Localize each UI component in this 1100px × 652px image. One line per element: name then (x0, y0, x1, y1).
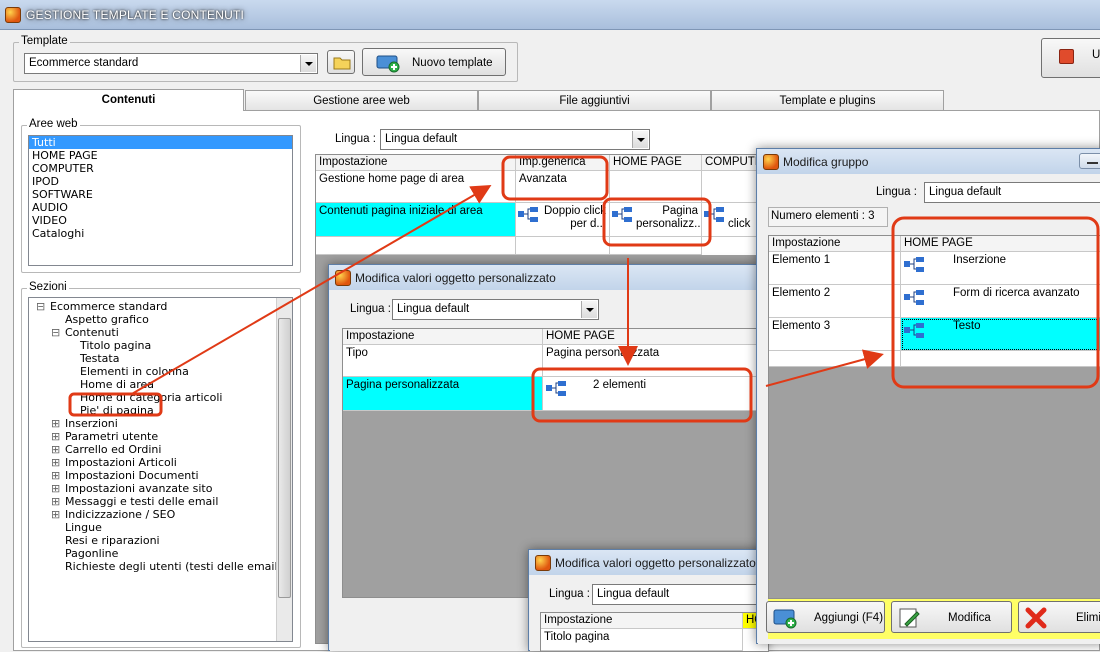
highlight-box (501, 155, 609, 201)
highlight-box (602, 197, 712, 247)
highlight-box (531, 367, 753, 423)
tab-contenuti[interactable]: Contenuti (13, 89, 244, 111)
highlight-box (68, 392, 163, 417)
annotation-arrow (765, 349, 884, 387)
highlight-box (891, 216, 1100, 389)
annotation-arrow (129, 184, 492, 396)
tab-contenuti-label: Contenuti (101, 94, 156, 106)
